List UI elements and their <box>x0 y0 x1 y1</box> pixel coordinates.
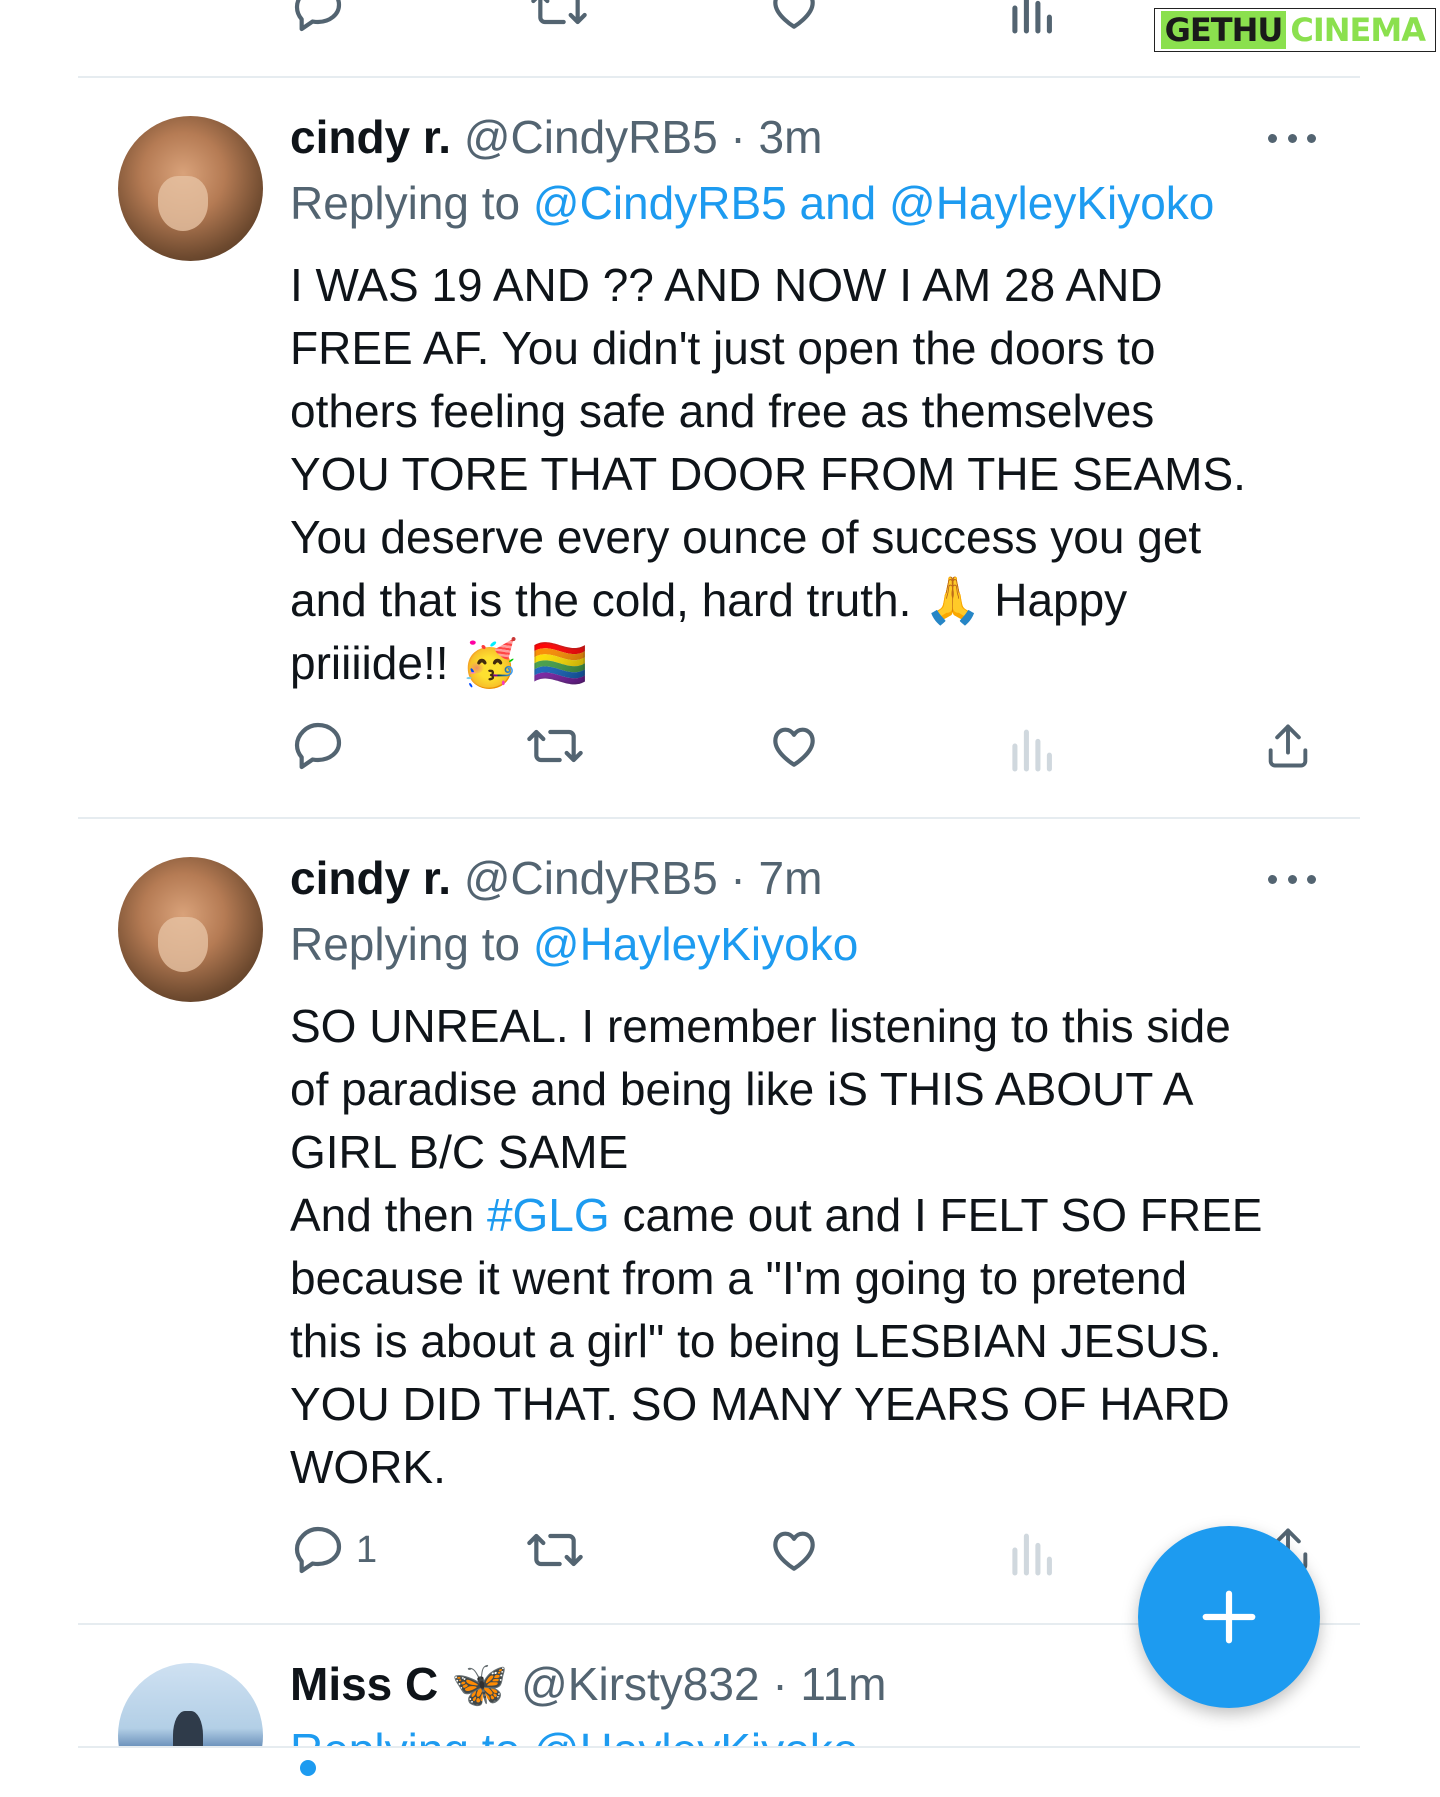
handle-time: @Kirsty832 · 11m <box>521 1658 887 1710</box>
compose-plus-icon <box>1202 1590 1256 1644</box>
compose-button[interactable] <box>1138 1526 1320 1708</box>
notification-dot <box>300 1760 316 1776</box>
avatar[interactable] <box>118 1663 263 1746</box>
bottom-navigation <box>78 1746 1360 1797</box>
display-name[interactable]: Miss C <box>290 1658 438 1710</box>
tweet[interactable]: Miss C 🦋 @Kirsty832 · 11m Replying to @H… <box>0 0 1440 1746</box>
replying-to[interactable]: Replying to @HayleyKiyoko <box>290 1723 858 1746</box>
butterfly-emoji: 🦋 <box>451 1658 509 1710</box>
tweet-header: Miss C 🦋 @Kirsty832 · 11m <box>290 1657 887 1712</box>
